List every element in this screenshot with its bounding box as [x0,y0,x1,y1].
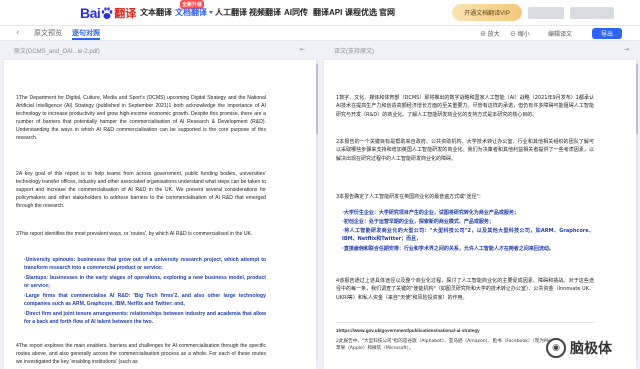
nav-translate-api[interactable]: 翻译API [313,7,342,18]
document-toolbar: ‹ 原文预览 逐句对照 ⊕ 放大 ⊖ 缩小 编辑译文 导出 [0,26,640,41]
translation-bullet-4[interactable]: ·直接雇佣和联合任期安排：行业和学术界之间的关系，允许人工智能人才在两者之间来回… [342,245,594,253]
logo-fanyi-text: 翻译 [114,8,137,20]
source-bullet-4[interactable]: ·Direct firm and joint tenure arrangemen… [24,310,266,326]
source-document-pane[interactable]: 1The Department for Digital, Culture, Me… [4,60,316,369]
nav-doc-translate[interactable]: 文档翻译 [175,7,213,18]
translation-paragraph-4[interactable]: 4该报告通过上述具体途径以及整个商业化过程，探讨了人工智能商业化的主要促成因素、… [336,277,594,302]
expand-icon[interactable]: ⇥ [624,46,629,53]
logo-bai-text: Bai [80,5,101,21]
user-menu[interactable] [570,7,614,19]
translation-document-pane[interactable]: 1数字、文化、媒体和体育部（DCMS）即将推出的数字战略和国家人工智能（AI）战… [324,60,636,369]
footnote-2: 2此报告中，"大型科技公司"指的是谷歌（Alphabet）、亚马逊（Amazon… [336,339,563,351]
nav-courses[interactable]: 课程优选 [345,7,377,18]
back-arrow-icon[interactable]: ‹ [16,28,20,38]
source-paragraph-3[interactable]: 3This report identifies the most prevale… [16,230,266,238]
collapse-icon[interactable]: ⇤ [300,46,305,53]
vip-button[interactable]: 开通文档翻译VIP [452,4,522,21]
watermark: ◉ 脑极体 [546,338,612,358]
source-bullet-2[interactable]: ·Startups: businesses in the early stage… [24,274,266,290]
translation-paragraph-1[interactable]: 1数字、文化、媒体和体育部（DCMS）即将推出的数字战略和国家人工智能（AI）战… [336,94,594,119]
watermark-text: 脑极体 [570,341,612,357]
translation-bullet-3[interactable]: ·将人工智能研发商业化的大型公司："大型科技公司"2，以及其他大型科技公司，如A… [342,227,594,244]
source-pane-header: 原文(DCMS_and_OAI...le-2.pdf) [14,49,100,55]
nav-text-translate[interactable]: 文本翻译 [140,7,172,18]
source-bullet-3[interactable]: ·Large firms that commercialise AI R&D: … [24,292,266,308]
nav-official-site[interactable]: 官网 [379,7,395,18]
source-paragraph-4[interactable]: 4The report explores the main enablers, … [16,342,266,366]
source-bullet-1[interactable]: ·University spinouts: businesses that gr… [24,256,266,272]
source-scrollbar[interactable] [316,60,318,360]
tab-original-preview[interactable]: 原文预览 [34,28,62,38]
footnote-divider [336,322,594,323]
paw-icon [101,6,113,19]
translation-bullet-2[interactable]: ·初创企业：处于运营早期的企业，探索新的商业模式、产品或服务； [342,218,594,226]
baidu-translate-logo[interactable]: Bai 翻译 [80,5,136,21]
target-pane-header: 译文(支持原文) [334,49,374,55]
translation-scrollbar[interactable] [636,60,638,360]
translation-bullet-1[interactable]: ·大学衍生企业：大学研究项目产生的企业，试图将研究转化为商业产品或服务； [342,209,594,217]
footnote-1[interactable]: 1https://www.gov.uk/government/publicati… [336,328,594,333]
tab-sentence-compare[interactable]: 逐句对照 [72,28,100,38]
top-nav: Bai 翻译 文本翻译 全新升级 文档翻译 人工翻译 视频翻译 AI同传 翻译A… [0,0,640,26]
edit-translation-button[interactable]: 编辑译文 [548,29,572,38]
nav-human-translate[interactable]: 人工翻译 [215,7,247,18]
source-paragraph-2[interactable]: 2A key goal of this report is to help te… [16,170,266,210]
zoom-out-button[interactable]: ⊖ 缩小 [510,29,530,38]
translation-paragraph-2[interactable]: 2本报告的一个关键目标是帮助来自政府、公共资助机构、大学技术转让办公室、行业和其… [336,138,594,163]
chevron-down-icon [209,11,213,15]
nav-ai-interpret[interactable]: AI同传 [284,7,308,18]
export-button[interactable]: 导出 [592,28,622,39]
zoom-in-button[interactable]: ⊕ 放大 [480,29,500,38]
watermark-logo-icon: ◉ [546,338,566,358]
translation-scroll-thumb[interactable] [636,64,638,134]
source-scroll-thumb[interactable] [316,64,318,134]
nav-video-translate[interactable]: 视频翻译 [249,7,281,18]
source-paragraph-1[interactable]: 1The Department for Digital, Culture, Me… [16,94,266,142]
user-area[interactable] [528,7,564,19]
zoom-out-label: 缩小 [517,32,530,38]
translation-paragraph-3[interactable]: 3本报告确定了人工智能研发在英国商业化的最普遍方式或"途径"： [336,193,594,201]
active-tab-indicator [72,38,100,40]
zoom-in-label: 放大 [487,32,500,38]
nav-doc-translate-label: 文档翻译 [175,8,207,17]
